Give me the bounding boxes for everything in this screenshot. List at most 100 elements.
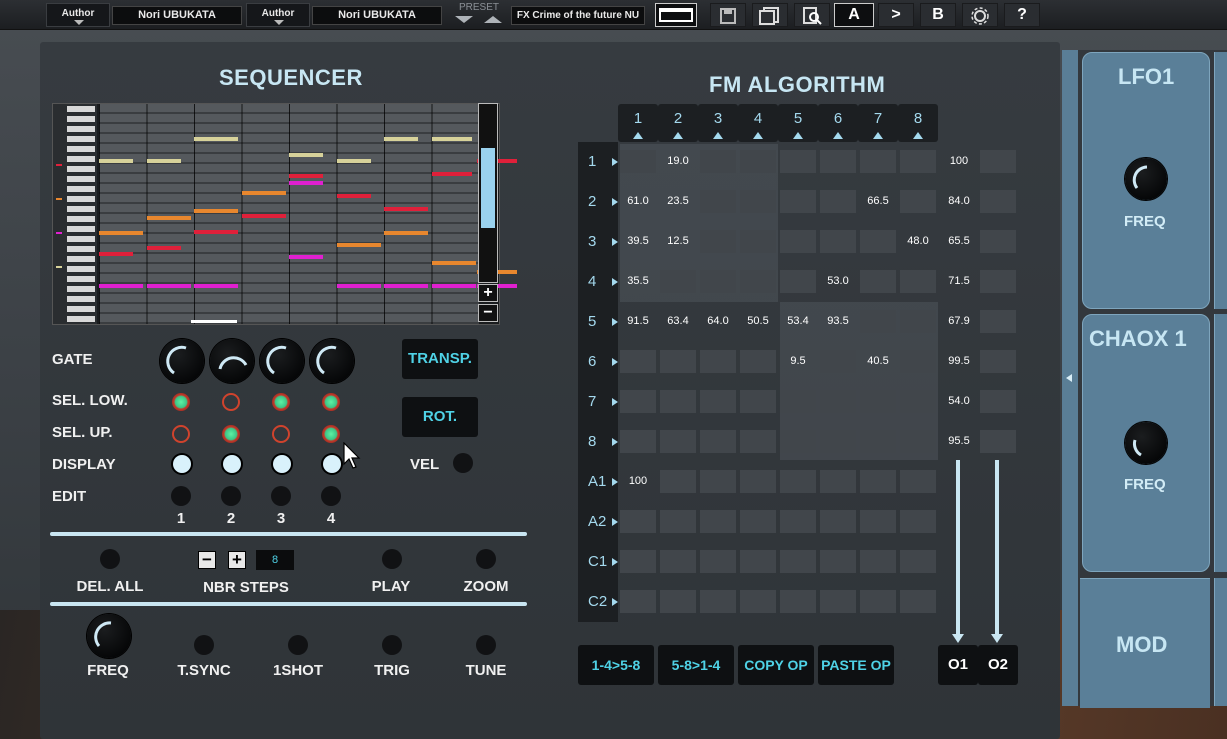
operator-column-7[interactable]: 7	[858, 104, 898, 142]
fm-cell[interactable]	[860, 230, 896, 253]
fm-cell[interactable]	[820, 350, 856, 373]
fm-cell[interactable]: 39.5	[620, 230, 656, 253]
steps-decrease-button[interactable]: −	[198, 551, 216, 569]
fm-cell[interactable]	[900, 150, 936, 173]
fm-cell[interactable]	[820, 470, 856, 493]
sequencer-note[interactable]	[99, 284, 143, 288]
fm-cell[interactable]: 40.5	[860, 350, 896, 373]
fm-cell[interactable]	[820, 190, 856, 213]
output-level-2[interactable]	[980, 310, 1016, 333]
sequencer-piano-roll[interactable]	[52, 103, 517, 325]
fm-cell[interactable]: 64.0	[700, 310, 736, 333]
fm-cell[interactable]: 9.5	[780, 350, 816, 373]
edit-toggle-1[interactable]	[171, 486, 191, 506]
fm-cell[interactable]: 48.0	[900, 230, 936, 253]
operator-row-1[interactable]: 1	[578, 142, 618, 182]
sequencer-note[interactable]	[432, 137, 472, 141]
fm-cell[interactable]	[660, 550, 696, 573]
fm-cell[interactable]	[780, 190, 816, 213]
tune-button[interactable]	[476, 635, 496, 655]
fm-cell[interactable]	[700, 430, 736, 453]
fm-cell[interactable]	[740, 510, 776, 533]
sel-low-led-1[interactable]	[172, 393, 190, 411]
operator-row-8[interactable]: 8	[578, 422, 618, 462]
sequencer-note[interactable]	[432, 172, 472, 176]
author-selector-1[interactable]: Author	[46, 3, 110, 27]
sel-low-led-4[interactable]	[322, 393, 340, 411]
steps-value[interactable]: 8	[256, 550, 294, 570]
output-1-button[interactable]: O1	[938, 645, 978, 685]
output-level-2[interactable]	[980, 430, 1016, 453]
sequencer-note[interactable]	[289, 181, 323, 185]
sequencer-note[interactable]	[147, 216, 191, 220]
zoom-out-button[interactable]: −	[478, 304, 498, 322]
oneshot-button[interactable]	[288, 635, 308, 655]
fm-cell[interactable]	[860, 550, 896, 573]
sel-up-led-3[interactable]	[272, 425, 290, 443]
fm-cell[interactable]	[900, 550, 936, 573]
fm-cell[interactable]	[780, 150, 816, 173]
output-level-1[interactable]: 54.0	[940, 390, 978, 413]
sequencer-note[interactable]	[384, 207, 428, 211]
fm-cell[interactable]	[820, 150, 856, 173]
fm-cell[interactable]	[740, 430, 776, 453]
output-level-1[interactable]: 65.5	[940, 230, 978, 253]
fm-cell[interactable]	[860, 270, 896, 293]
fm-cell[interactable]	[620, 510, 656, 533]
fm-cell[interactable]	[740, 230, 776, 253]
fm-cell[interactable]	[660, 510, 696, 533]
zoom-in-button[interactable]: +	[478, 284, 498, 302]
copy-1-4-to-5-8-button[interactable]: 1-4>5-8	[578, 645, 654, 685]
sequencer-note[interactable]	[337, 243, 381, 247]
fm-cell[interactable]	[660, 590, 696, 613]
fm-cell[interactable]	[700, 350, 736, 373]
fm-cell[interactable]	[660, 390, 696, 413]
rotate-button[interactable]: ROT.	[402, 397, 478, 437]
fm-cell[interactable]	[900, 310, 936, 333]
fm-cell[interactable]: 12.5	[660, 230, 696, 253]
settings-button[interactable]	[962, 3, 998, 27]
output-level-2[interactable]	[980, 390, 1016, 413]
fm-cell[interactable]	[700, 190, 736, 213]
fm-cell[interactable]	[740, 550, 776, 573]
fm-cell[interactable]	[700, 550, 736, 573]
fm-cell[interactable]	[700, 150, 736, 173]
tsync-button[interactable]	[194, 635, 214, 655]
sequencer-note[interactable]	[147, 246, 181, 250]
operator-row-a2[interactable]: A2	[578, 502, 618, 542]
output-level-2[interactable]	[980, 150, 1016, 173]
operator-column-2[interactable]: 2	[658, 104, 698, 142]
fm-cell[interactable]	[820, 390, 856, 413]
fm-cell[interactable]	[740, 190, 776, 213]
operator-row-5[interactable]: 5	[578, 302, 618, 342]
fm-cell[interactable]: 61.0	[620, 190, 656, 213]
sequencer-note[interactable]	[384, 231, 428, 235]
preset-prev-icon[interactable]	[484, 16, 502, 23]
sequencer-note[interactable]	[147, 159, 181, 163]
sel-up-led-1[interactable]	[172, 425, 190, 443]
operator-column-6[interactable]: 6	[818, 104, 858, 142]
zoom-button[interactable]	[476, 549, 496, 569]
scrollbar-thumb[interactable]	[481, 148, 495, 228]
gate-knob-1[interactable]	[160, 339, 204, 383]
fm-cell[interactable]: 93.5	[820, 310, 856, 333]
sequencer-note[interactable]	[99, 231, 143, 235]
sequencer-note[interactable]	[147, 284, 191, 288]
velocity-toggle[interactable]	[453, 453, 473, 473]
save-as-button[interactable]	[752, 3, 788, 27]
operator-row-3[interactable]: 3	[578, 222, 618, 262]
fm-cell[interactable]	[660, 430, 696, 453]
help-button[interactable]: ?	[1004, 3, 1040, 27]
fm-cell[interactable]: 91.5	[620, 310, 656, 333]
delete-all-button[interactable]	[100, 549, 120, 569]
author-field-1[interactable]: Nori UBUKATA	[112, 6, 242, 25]
snapshot-b-button[interactable]: B	[920, 3, 956, 27]
operator-column-3[interactable]: 3	[698, 104, 738, 142]
fm-cell[interactable]	[900, 190, 936, 213]
fm-cell[interactable]	[860, 390, 896, 413]
fm-cell[interactable]: 23.5	[660, 190, 696, 213]
operator-column-1[interactable]: 1	[618, 104, 658, 142]
fm-cell[interactable]	[820, 510, 856, 533]
sequencer-note[interactable]	[289, 174, 323, 178]
fm-cell[interactable]	[660, 350, 696, 373]
